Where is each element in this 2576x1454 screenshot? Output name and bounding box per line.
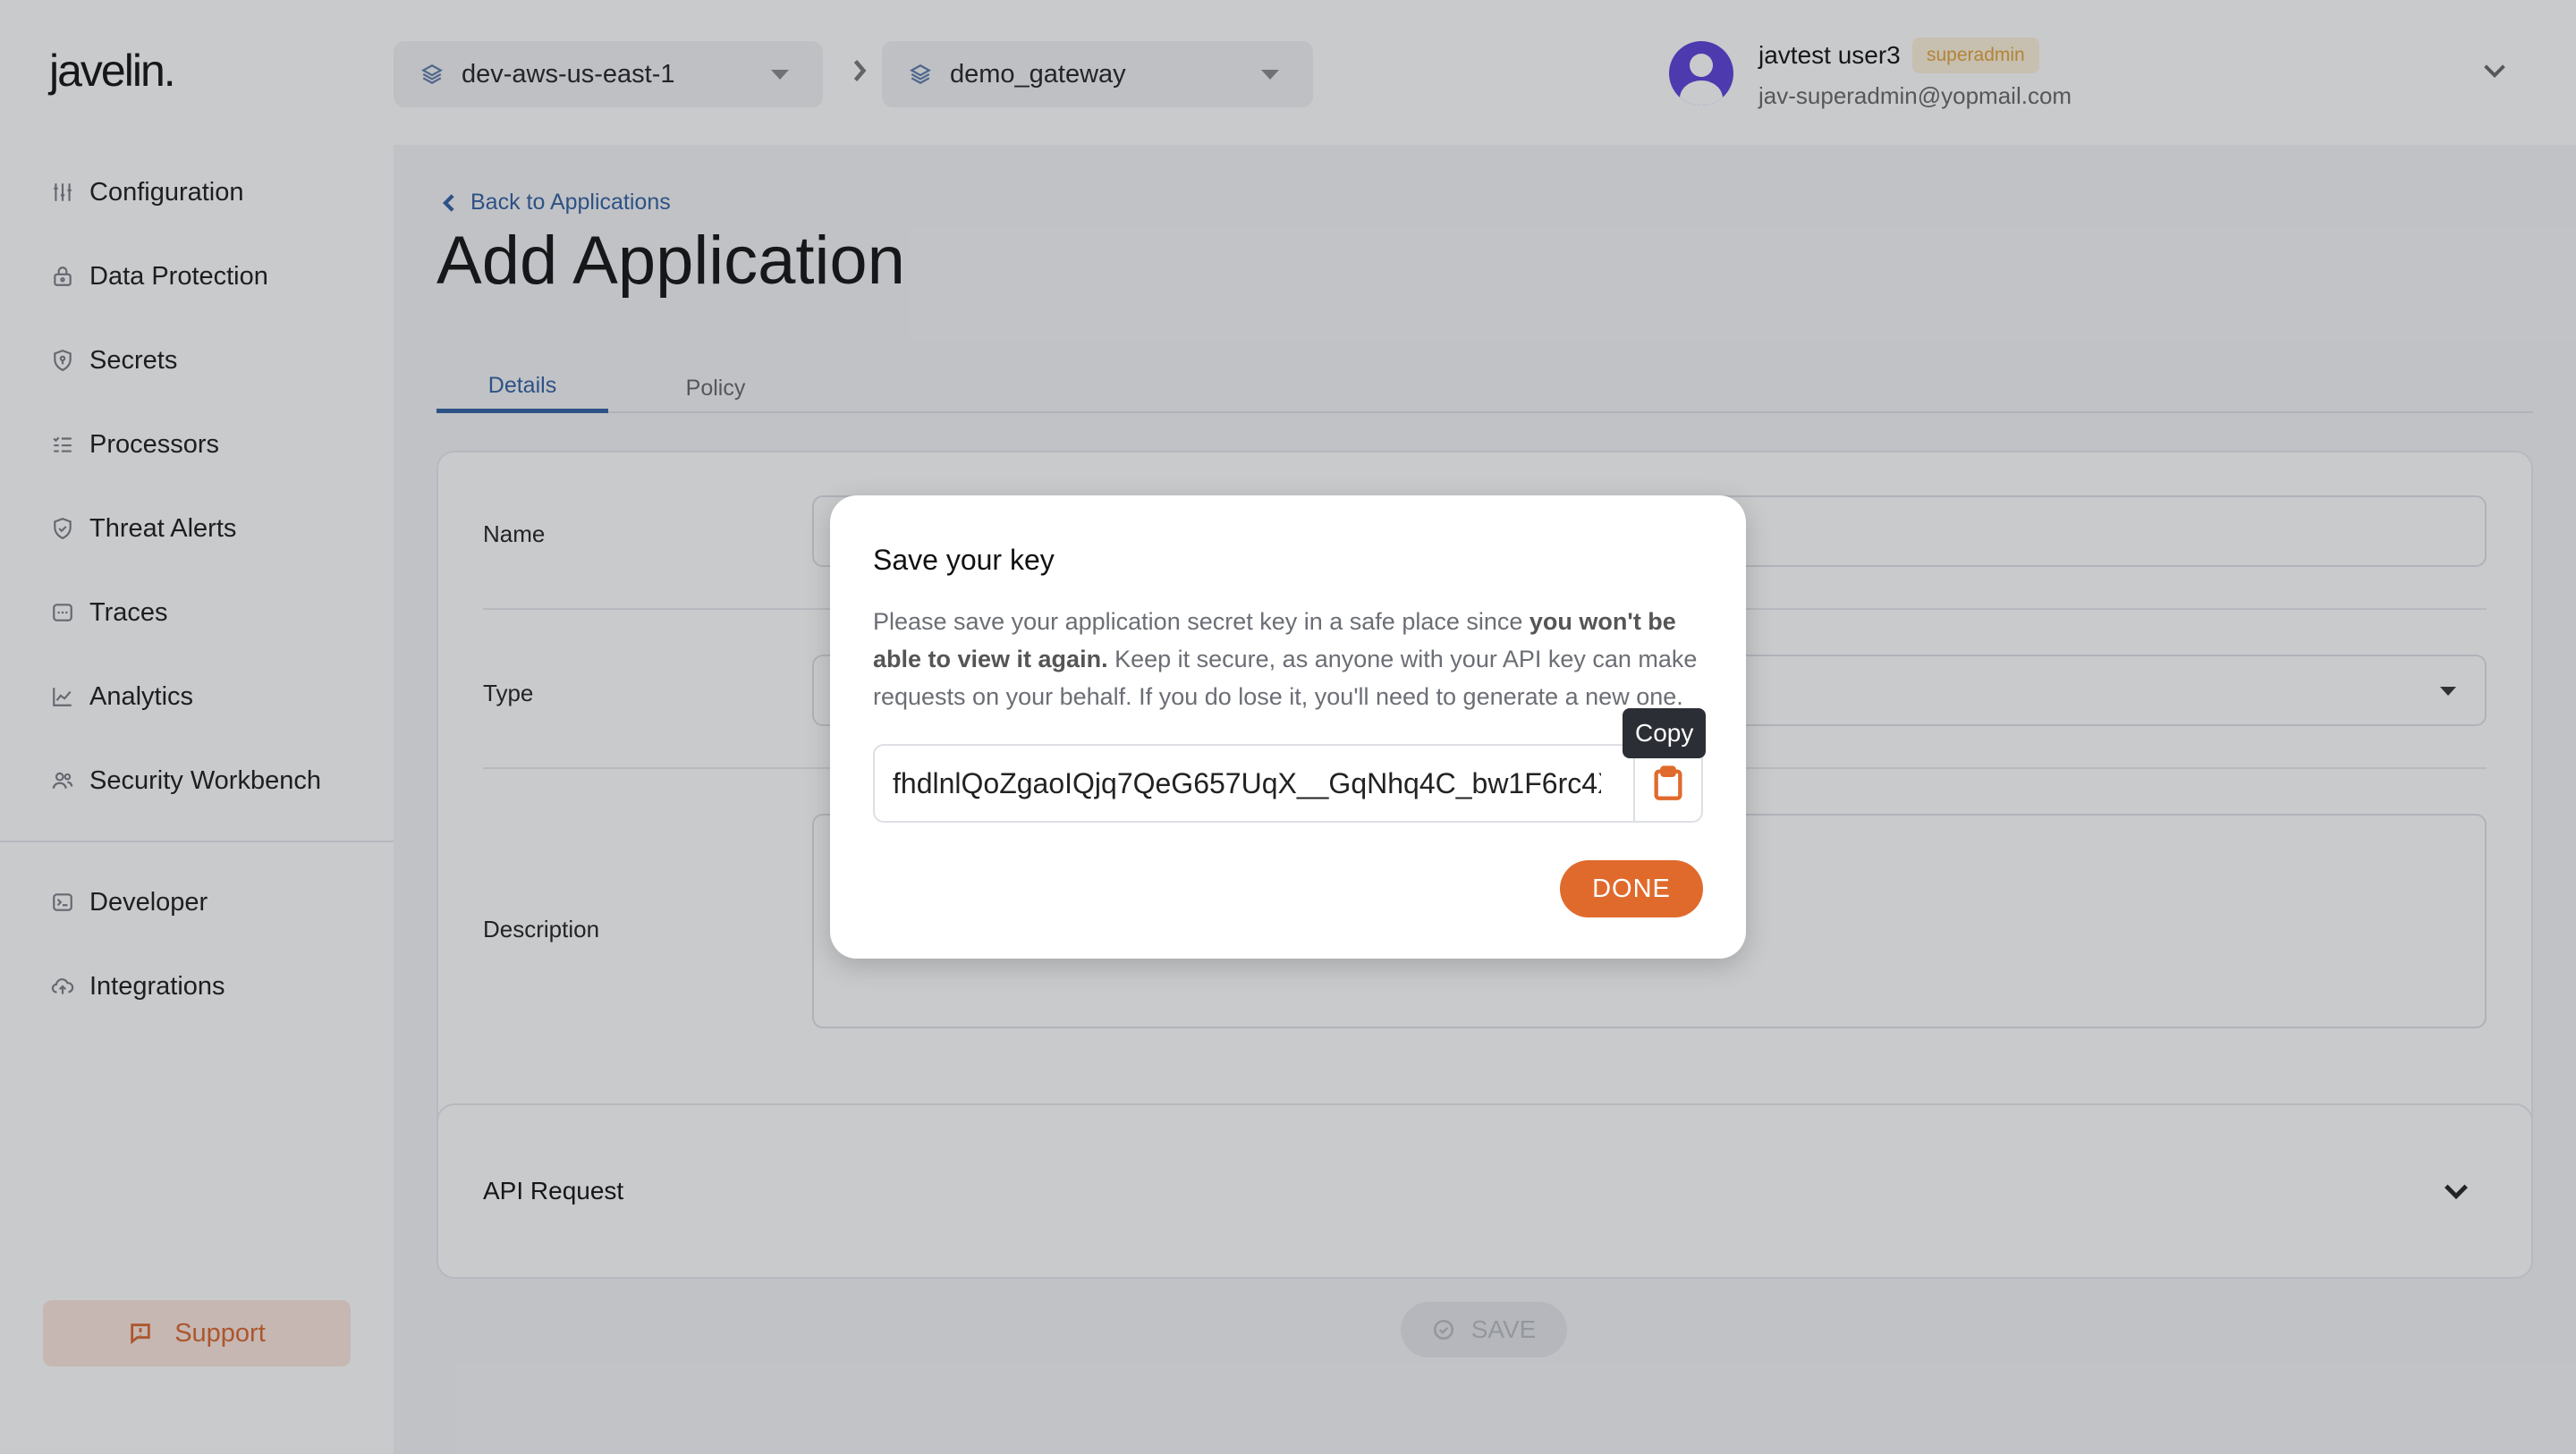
clipboard-icon [1654,765,1682,800]
done-button[interactable]: DONE [1560,860,1703,917]
secret-key-input[interactable] [893,746,1601,821]
modal-body: Please save your application secret key … [873,603,1714,715]
copy-tooltip: Copy [1623,708,1707,758]
modal-body-text: Please save your application secret key … [873,608,1530,635]
save-key-modal: Save your key Please save your applicati… [830,495,1746,959]
secret-key-field [873,744,1703,823]
modal-title: Save your key [873,544,1055,576]
